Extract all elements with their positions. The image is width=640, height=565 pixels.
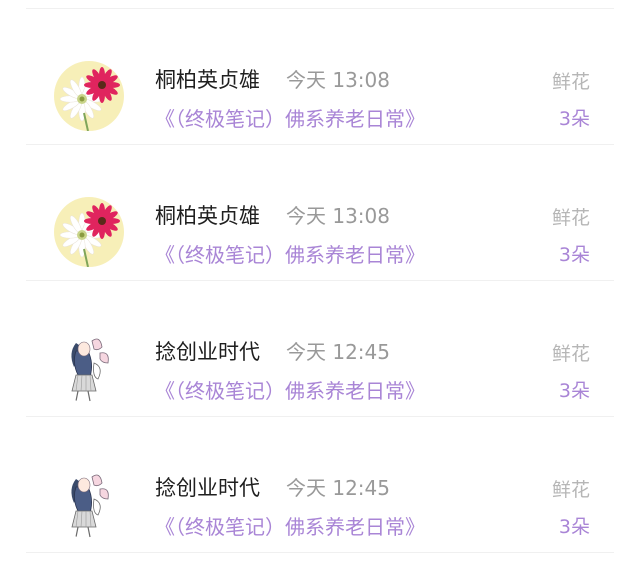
book-title-link[interactable]: 《（终极笔记）佛系养老日常》 bbox=[155, 377, 425, 405]
gift-type-label: 鲜花 bbox=[551, 207, 590, 229]
gift-time: 今天 12:45 bbox=[286, 340, 390, 364]
gift-time: 今天 13:08 bbox=[286, 68, 390, 92]
gift-record-row[interactable]: 捻创业时代 今天 12:45 《（终极笔记）佛系养老日常》 鲜花 3朵 bbox=[0, 417, 640, 553]
gift-type-label: 鲜花 bbox=[551, 71, 590, 93]
user-name[interactable]: 捻创业时代 bbox=[155, 338, 260, 366]
flower-avatar-icon[interactable] bbox=[54, 61, 124, 131]
gift-record-row[interactable]: 捻创业时代 今天 12:45 《（终极笔记）佛系养老日常》 鲜花 3朵 bbox=[0, 281, 640, 417]
gift-record-row[interactable]: 桐柏英贞雄 今天 13:08 《（终极笔记）佛系养老日常》 鲜花 3朵 bbox=[0, 9, 640, 145]
gift-count: 3朵 bbox=[558, 108, 590, 130]
gift-record-row[interactable]: 桐柏英贞雄 今天 13:08 《（终极笔记）佛系养老日常》 鲜花 3朵 bbox=[0, 145, 640, 281]
gift-record-list: 桐柏英贞雄 今天 13:08 《（终极笔记）佛系养老日常》 鲜花 3朵 桐柏英贞… bbox=[0, 0, 640, 565]
book-title-link[interactable]: 《（终极笔记）佛系养老日常》 bbox=[155, 513, 425, 541]
gift-type-label: 鲜花 bbox=[551, 343, 590, 365]
gift-count: 3朵 bbox=[558, 380, 590, 402]
anime-girl-avatar-icon[interactable] bbox=[54, 469, 124, 539]
divider bbox=[26, 552, 614, 553]
user-name[interactable]: 捻创业时代 bbox=[155, 474, 260, 502]
gift-type-label: 鲜花 bbox=[551, 479, 590, 501]
gift-time: 今天 13:08 bbox=[286, 204, 390, 228]
gift-time: 今天 12:45 bbox=[286, 476, 390, 500]
gift-count: 3朵 bbox=[558, 516, 590, 538]
flower-avatar-icon[interactable] bbox=[54, 197, 124, 267]
gift-count: 3朵 bbox=[558, 244, 590, 266]
user-name[interactable]: 桐柏英贞雄 bbox=[155, 66, 260, 94]
user-name[interactable]: 桐柏英贞雄 bbox=[155, 202, 260, 230]
anime-girl-avatar-icon[interactable] bbox=[54, 333, 124, 403]
book-title-link[interactable]: 《（终极笔记）佛系养老日常》 bbox=[155, 105, 425, 133]
book-title-link[interactable]: 《（终极笔记）佛系养老日常》 bbox=[155, 241, 425, 269]
